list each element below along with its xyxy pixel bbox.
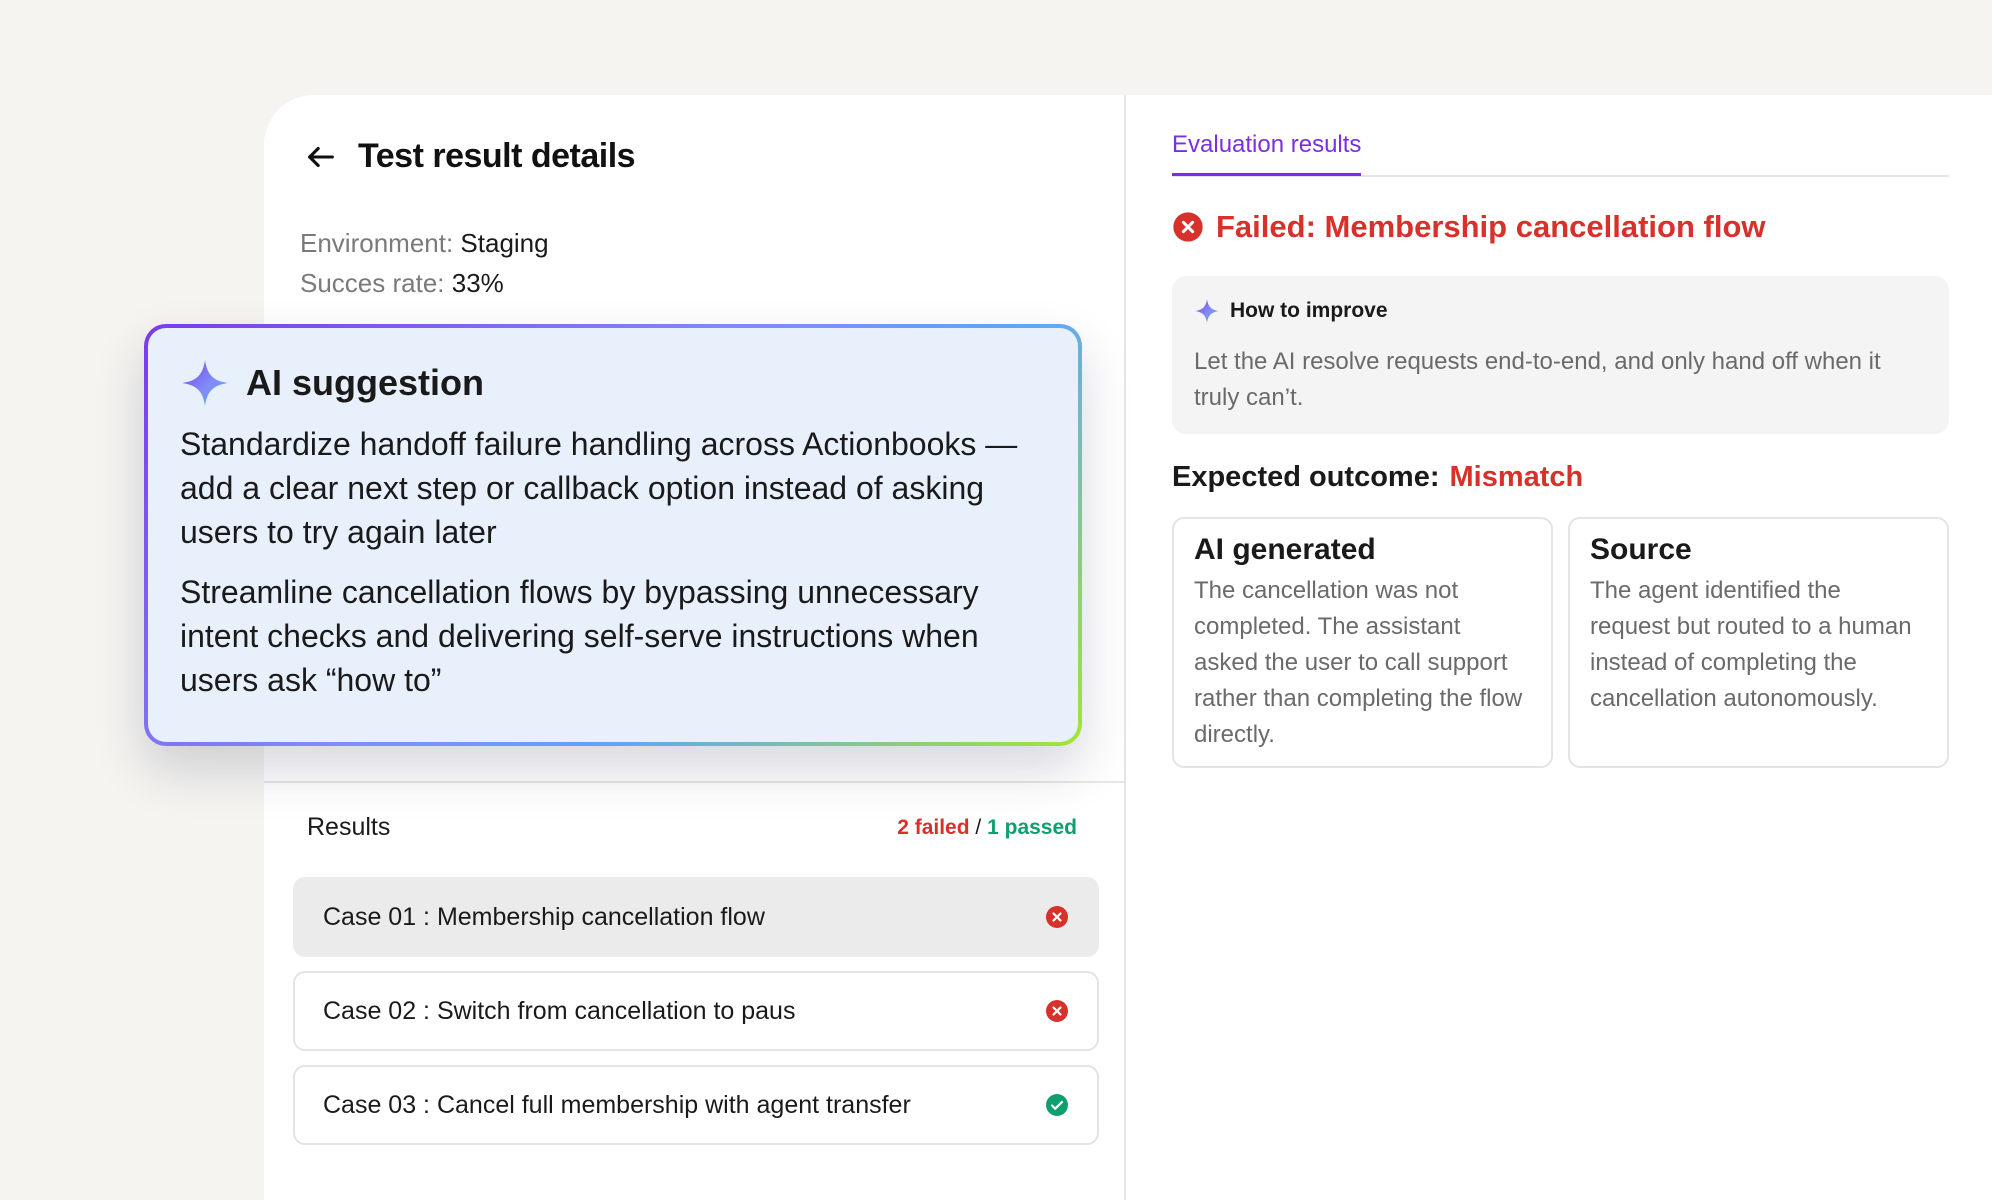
results-counts: 2 failed / 1 passed <box>897 816 1077 840</box>
environment-row: Environment: Staging <box>300 223 549 263</box>
failed-heading: Failed: Membership cancellation flow <box>1172 209 1766 245</box>
source-text: The agent identified the request but rou… <box>1590 577 1912 712</box>
error-x-icon <box>1046 906 1068 928</box>
case-label: Case 03 : Cancel full membership with ag… <box>323 1090 911 1119</box>
sparkle-icon <box>182 360 228 406</box>
passed-count: 1 passed <box>987 815 1077 839</box>
source-title: Source <box>1590 533 1692 566</box>
page-header: Test result details <box>304 137 636 176</box>
ai-generated-title: AI generated <box>1194 533 1376 566</box>
ai-suggestion-title: AI suggestion <box>246 362 485 403</box>
case-label: Case 02 : Switch from cancellation to pa… <box>323 996 796 1025</box>
results-divider <box>264 781 1126 783</box>
results-title: Results <box>307 813 391 841</box>
environment-label: Environment: <box>300 228 454 258</box>
tab-bar: Evaluation results <box>1172 131 1949 177</box>
ai-generated-text: The cancellation was not completed. The … <box>1194 577 1523 748</box>
ai-generated-card: AI generated The cancellation was not co… <box>1172 517 1553 768</box>
count-separator: / <box>975 815 982 839</box>
how-to-improve-text: Let the AI resolve requests end-to-end, … <box>1194 348 1881 411</box>
results-header: Results 2 failed / 1 passed <box>307 813 1077 842</box>
failed-title: Failed: Membership cancellation flow <box>1216 209 1766 244</box>
case-label: Case 01 : Membership cancellation flow <box>323 902 765 931</box>
ai-suggestion-paragraph: Standardize handoff failure handling acr… <box>180 426 1018 550</box>
check-icon <box>1046 1094 1068 1116</box>
case-item-03[interactable]: Case 03 : Cancel full membership with ag… <box>293 1065 1099 1145</box>
how-to-improve-box: How to improve Let the AI resolve reques… <box>1172 276 1949 434</box>
success-rate-row: Succes rate: 33% <box>300 263 549 303</box>
case-item-02[interactable]: Case 02 : Switch from cancellation to pa… <box>293 971 1099 1051</box>
failed-count: 2 failed <box>897 815 970 839</box>
ai-suggestion-card: AI suggestion Standardize handoff failur… <box>144 324 1082 746</box>
evaluation-panel: Evaluation results Failed: Membership ca… <box>1128 95 1992 1200</box>
ai-suggestion-header: AI suggestion <box>180 358 1046 408</box>
ai-suggestion-body: AI suggestion Standardize handoff failur… <box>148 328 1078 742</box>
page-title: Test result details <box>358 137 636 175</box>
ai-suggestion-paragraph: Streamline cancellation flows by bypassi… <box>180 574 979 698</box>
how-to-improve-header: How to improve <box>1194 298 1927 324</box>
environment-value: Staging <box>460 228 549 258</box>
expected-outcome: Expected outcome: Mismatch <box>1172 461 1583 494</box>
success-rate-value: 33% <box>451 268 504 298</box>
sparkle-icon <box>1195 299 1219 323</box>
how-to-improve-title: How to improve <box>1230 299 1388 322</box>
source-card: Source The agent identified the request … <box>1568 517 1949 768</box>
expected-outcome-label: Expected outcome: <box>1172 461 1440 493</box>
expected-outcome-value: Mismatch <box>1449 461 1584 493</box>
case-item-01[interactable]: Case 01 : Membership cancellation flow <box>293 877 1099 957</box>
error-x-icon <box>1173 212 1203 242</box>
back-arrow-icon[interactable] <box>304 140 338 174</box>
error-x-icon <box>1046 1000 1068 1022</box>
test-meta: Environment: Staging Succes rate: 33% <box>300 223 549 303</box>
tab-evaluation-results[interactable]: Evaluation results <box>1172 131 1362 176</box>
success-rate-label: Succes rate: <box>300 268 445 298</box>
